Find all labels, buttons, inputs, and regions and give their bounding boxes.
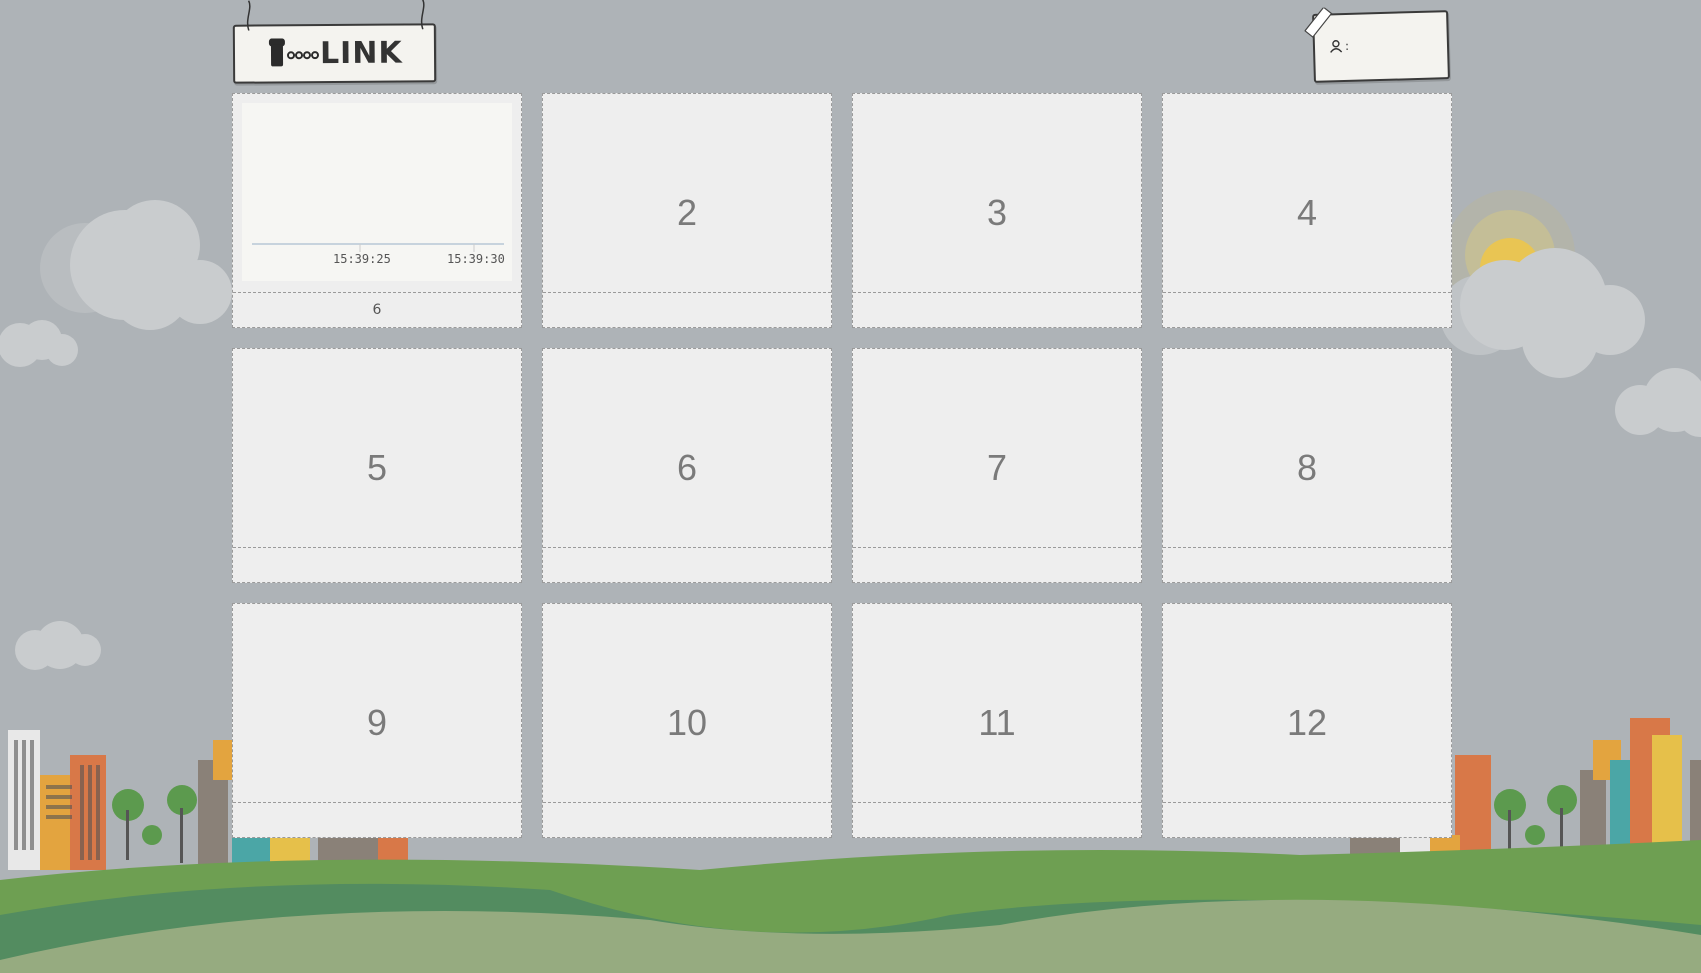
tile-6[interactable]: 6 — [542, 348, 832, 583]
tile-body: 7 — [853, 349, 1141, 548]
tile-footer: 6 — [372, 302, 382, 318]
tile-number: 6 — [676, 447, 698, 488]
tile-number: 12 — [1286, 702, 1328, 743]
tile-body: 6 — [543, 349, 831, 548]
tile-12[interactable]: 12 — [1162, 603, 1452, 838]
tile-body: 10 — [543, 604, 831, 803]
tile-footer — [543, 293, 831, 327]
tile-footer — [233, 803, 521, 837]
tile-footer — [1163, 548, 1451, 582]
tile-body: 5 — [233, 349, 521, 548]
tile-7[interactable]: 7 — [852, 348, 1142, 583]
tile-number: 2 — [676, 192, 698, 233]
tile-footer — [853, 293, 1141, 327]
tile-number: 3 — [986, 192, 1008, 233]
tile-footer — [853, 803, 1141, 837]
user-info-sign[interactable]: : — [1304, 7, 1450, 83]
user-label: : — [1344, 38, 1350, 54]
tile-9[interactable]: 9 — [232, 603, 522, 838]
tile-footer — [543, 803, 831, 837]
tile-8[interactable]: 8 — [1162, 348, 1452, 583]
tile-body: 12 — [1163, 604, 1451, 803]
tile-body: 15:39:25 15:39:30 — [233, 94, 521, 293]
hanging-strings — [246, 0, 425, 31]
logo-text: LINK — [319, 35, 403, 72]
cloud-icon — [40, 200, 232, 330]
cloud-icon — [15, 621, 101, 670]
tile-number: 9 — [366, 702, 388, 743]
tile-number: 4 — [1296, 192, 1318, 233]
tile-footer — [1163, 803, 1451, 837]
tile-footer — [543, 548, 831, 582]
tile-number: 5 — [366, 447, 388, 488]
cloud-icon — [1615, 368, 1701, 437]
tile-2[interactable]: 2 — [542, 93, 832, 328]
cloud-icon — [0, 320, 78, 367]
x-tick-label: 15:39:30 — [447, 252, 505, 266]
tile-number: 10 — [666, 702, 708, 743]
tile-grid: 15:39:25 15:39:30 6 2 3 4 5 6 7 8 9 10 1… — [232, 93, 1452, 838]
tile-5[interactable]: 5 — [232, 348, 522, 583]
tile-4[interactable]: 4 — [1162, 93, 1452, 328]
tile-body: 2 — [543, 94, 831, 293]
tile-footer — [1163, 293, 1451, 327]
mini-chart: 15:39:25 15:39:30 — [242, 103, 512, 281]
tile-number: 11 — [978, 702, 1016, 743]
tile-body: 8 — [1163, 349, 1451, 548]
tile-body: 11 — [853, 604, 1141, 803]
tile-footer — [853, 548, 1141, 582]
tile-body: 4 — [1163, 94, 1451, 293]
tile-body: 9 — [233, 604, 521, 803]
tile-10[interactable]: 10 — [542, 603, 832, 838]
tile-1[interactable]: 15:39:25 15:39:30 6 — [232, 93, 522, 328]
plug-icon — [268, 38, 285, 67]
tile-number: 7 — [986, 447, 1008, 488]
x-tick-label: 15:39:25 — [333, 252, 391, 266]
tape-icon — [1304, 7, 1333, 38]
tile-footer — [233, 548, 521, 582]
chain-icon — [287, 51, 320, 60]
logo-sign[interactable]: LINK — [232, 0, 437, 84]
tile-11[interactable]: 11 — [852, 603, 1142, 838]
tile-number: 8 — [1296, 447, 1318, 488]
tile-3[interactable]: 3 — [852, 93, 1142, 328]
tile-body: 3 — [853, 94, 1141, 293]
